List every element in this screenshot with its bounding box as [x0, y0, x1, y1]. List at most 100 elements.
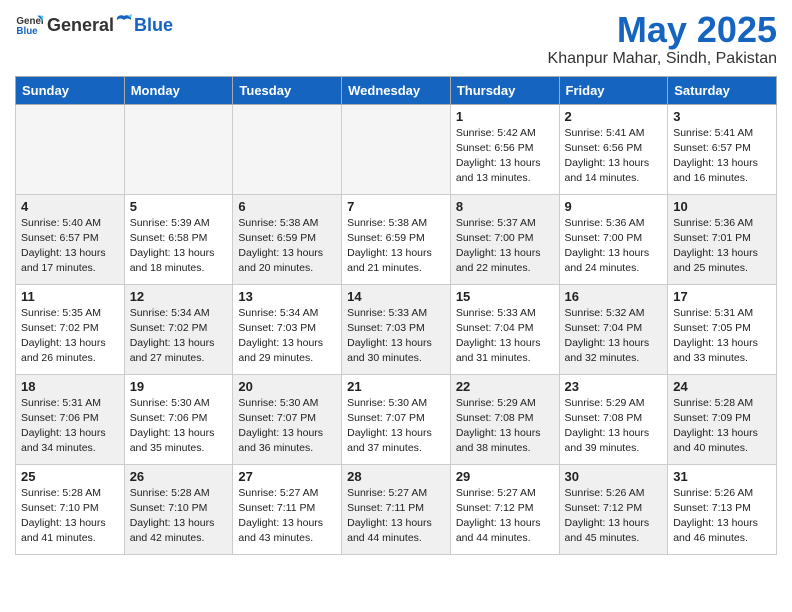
calendar-cell	[124, 104, 233, 194]
logo-icon: General Blue	[15, 10, 43, 38]
logo-text-blue: Blue	[134, 16, 173, 34]
calendar-cell: 26Sunrise: 5:28 AM Sunset: 7:10 PM Dayli…	[124, 464, 233, 554]
day-number: 15	[456, 289, 554, 304]
calendar-cell: 25Sunrise: 5:28 AM Sunset: 7:10 PM Dayli…	[16, 464, 125, 554]
calendar-cell: 12 Sunrise: 5:34 AM Sunset: 7:02 PM Dayli…	[124, 284, 233, 374]
calendar-cell: 13Sunrise: 5:34 AM Sunset: 7:03 PM Dayli…	[233, 284, 342, 374]
week-row-5: 25Sunrise: 5:28 AM Sunset: 7:10 PM Dayli…	[16, 464, 777, 554]
location-title: Khanpur Mahar, Sindh, Pakistan	[548, 50, 777, 68]
logo-bird-icon	[115, 13, 133, 31]
day-info: Sunrise: 5:32 AM Sunset: 7:04 PM Dayligh…	[565, 306, 663, 367]
day-number: 4	[21, 199, 119, 214]
day-number: 6	[238, 199, 336, 214]
calendar-cell: 14 Sunrise: 5:33 AM Sunset: 7:03 PM Dayli…	[342, 284, 451, 374]
calendar-cell	[16, 104, 125, 194]
day-number: 8	[456, 199, 554, 214]
day-info: Sunrise: 5:30 AM Sunset: 7:07 PM Dayligh…	[347, 396, 445, 457]
day-info: Sunrise: 5:35 AM Sunset: 7:02 PM Dayligh…	[21, 306, 119, 367]
day-number: 16	[565, 289, 663, 304]
day-number: 26	[130, 469, 228, 484]
day-info: Sunrise: 5:34 AM Sunset: 7:03 PM Dayligh…	[238, 306, 336, 367]
day-number: 27	[238, 469, 336, 484]
day-number: 20	[238, 379, 336, 394]
day-info: Sunrise: 5:34 AM Sunset: 7:02 PM Dayligh…	[130, 306, 228, 367]
day-info: Sunrise: 5:33 AM Sunset: 7:03 PM Dayligh…	[347, 306, 445, 367]
calendar-cell: 16 Sunrise: 5:32 AM Sunset: 7:04 PM Dayli…	[559, 284, 668, 374]
day-info: Sunrise: 5:27 AM Sunset: 7:11 PM Dayligh…	[238, 486, 336, 547]
calendar-cell: 31 Sunrise: 5:26 AM Sunset: 7:13 PM Dayli…	[668, 464, 777, 554]
calendar-cell: 5Sunrise: 5:39 AM Sunset: 6:58 PM Daylig…	[124, 194, 233, 284]
day-info: Sunrise: 5:41 AM Sunset: 6:57 PM Dayligh…	[673, 126, 771, 187]
day-info: Sunrise: 5:26 AM Sunset: 7:12 PM Dayligh…	[565, 486, 663, 547]
day-number: 7	[347, 199, 445, 214]
calendar-cell: 3 Sunrise: 5:41 AM Sunset: 6:57 PM Daylig…	[668, 104, 777, 194]
day-info: Sunrise: 5:36 AM Sunset: 7:01 PM Dayligh…	[673, 216, 771, 277]
day-info: Sunrise: 5:30 AM Sunset: 7:07 PM Dayligh…	[238, 396, 336, 457]
calendar-cell: 18Sunrise: 5:31 AM Sunset: 7:06 PM Dayli…	[16, 374, 125, 464]
calendar-cell: 19Sunrise: 5:30 AM Sunset: 7:06 PM Dayli…	[124, 374, 233, 464]
calendar-cell: 8 Sunrise: 5:37 AM Sunset: 7:00 PM Daylig…	[450, 194, 559, 284]
weekday-header-wednesday: Wednesday	[342, 76, 451, 104]
calendar-cell	[342, 104, 451, 194]
calendar-cell: 9 Sunrise: 5:36 AM Sunset: 7:00 PM Daylig…	[559, 194, 668, 284]
calendar-cell: 2 Sunrise: 5:41 AM Sunset: 6:56 PM Daylig…	[559, 104, 668, 194]
calendar-cell: 20 Sunrise: 5:30 AM Sunset: 7:07 PM Dayli…	[233, 374, 342, 464]
calendar-cell: 11 Sunrise: 5:35 AM Sunset: 7:02 PM Dayli…	[16, 284, 125, 374]
day-info: Sunrise: 5:27 AM Sunset: 7:12 PM Dayligh…	[456, 486, 554, 547]
day-info: Sunrise: 5:38 AM Sunset: 6:59 PM Dayligh…	[347, 216, 445, 277]
day-number: 31	[673, 469, 771, 484]
day-number: 10	[673, 199, 771, 214]
day-info: Sunrise: 5:28 AM Sunset: 7:10 PM Dayligh…	[21, 486, 119, 547]
day-info: Sunrise: 5:37 AM Sunset: 7:00 PM Dayligh…	[456, 216, 554, 277]
calendar-cell: 21 Sunrise: 5:30 AM Sunset: 7:07 PM Dayli…	[342, 374, 451, 464]
day-number: 22	[456, 379, 554, 394]
calendar-cell: 29 Sunrise: 5:27 AM Sunset: 7:12 PM Dayli…	[450, 464, 559, 554]
calendar-cell: 10 Sunrise: 5:36 AM Sunset: 7:01 PM Dayli…	[668, 194, 777, 284]
day-number: 11	[21, 289, 119, 304]
logo: General Blue General Blue	[15, 10, 173, 38]
weekday-header-saturday: Saturday	[668, 76, 777, 104]
day-info: Sunrise: 5:30 AM Sunset: 7:06 PM Dayligh…	[130, 396, 228, 457]
day-info: Sunrise: 5:27 AM Sunset: 7:11 PM Dayligh…	[347, 486, 445, 547]
day-info: Sunrise: 5:29 AM Sunset: 7:08 PM Dayligh…	[565, 396, 663, 457]
day-number: 29	[456, 469, 554, 484]
calendar-cell: 28 Sunrise: 5:27 AM Sunset: 7:11 PM Dayli…	[342, 464, 451, 554]
day-number: 12	[130, 289, 228, 304]
calendar-cell: 27 Sunrise: 5:27 AM Sunset: 7:11 PM Dayli…	[233, 464, 342, 554]
day-number: 3	[673, 109, 771, 124]
day-info: Sunrise: 5:31 AM Sunset: 7:05 PM Dayligh…	[673, 306, 771, 367]
weekday-header-monday: Monday	[124, 76, 233, 104]
day-info: Sunrise: 5:36 AM Sunset: 7:00 PM Dayligh…	[565, 216, 663, 277]
day-info: Sunrise: 5:40 AM Sunset: 6:57 PM Dayligh…	[21, 216, 119, 277]
calendar-cell: 30 Sunrise: 5:26 AM Sunset: 7:12 PM Dayli…	[559, 464, 668, 554]
day-info: Sunrise: 5:39 AM Sunset: 6:58 PM Dayligh…	[130, 216, 228, 277]
day-number: 9	[565, 199, 663, 214]
svg-text:Blue: Blue	[16, 26, 38, 37]
calendar-cell: 22Sunrise: 5:29 AM Sunset: 7:08 PM Dayli…	[450, 374, 559, 464]
weekday-header-row: SundayMondayTuesdayWednesdayThursdayFrid…	[16, 76, 777, 104]
day-info: Sunrise: 5:26 AM Sunset: 7:13 PM Dayligh…	[673, 486, 771, 547]
day-number: 24	[673, 379, 771, 394]
day-info: Sunrise: 5:28 AM Sunset: 7:09 PM Dayligh…	[673, 396, 771, 457]
day-info: Sunrise: 5:33 AM Sunset: 7:04 PM Dayligh…	[456, 306, 554, 367]
calendar-cell	[233, 104, 342, 194]
weekday-header-tuesday: Tuesday	[233, 76, 342, 104]
day-number: 30	[565, 469, 663, 484]
calendar-cell: 4 Sunrise: 5:40 AM Sunset: 6:57 PM Daylig…	[16, 194, 125, 284]
day-info: Sunrise: 5:41 AM Sunset: 6:56 PM Dayligh…	[565, 126, 663, 187]
week-row-1: 1Sunrise: 5:42 AM Sunset: 6:56 PM Daylig…	[16, 104, 777, 194]
day-number: 21	[347, 379, 445, 394]
day-number: 18	[21, 379, 119, 394]
title-area: May 2025 Khanpur Mahar, Sindh, Pakistan	[548, 10, 777, 68]
day-number: 2	[565, 109, 663, 124]
weekday-header-thursday: Thursday	[450, 76, 559, 104]
week-row-3: 11 Sunrise: 5:35 AM Sunset: 7:02 PM Dayli…	[16, 284, 777, 374]
week-row-4: 18Sunrise: 5:31 AM Sunset: 7:06 PM Dayli…	[16, 374, 777, 464]
day-number: 28	[347, 469, 445, 484]
week-row-2: 4 Sunrise: 5:40 AM Sunset: 6:57 PM Daylig…	[16, 194, 777, 284]
calendar-table: SundayMondayTuesdayWednesdayThursdayFrid…	[15, 76, 777, 555]
calendar-cell: 24 Sunrise: 5:28 AM Sunset: 7:09 PM Dayli…	[668, 374, 777, 464]
calendar-cell: 1Sunrise: 5:42 AM Sunset: 6:56 PM Daylig…	[450, 104, 559, 194]
day-number: 14	[347, 289, 445, 304]
day-number: 1	[456, 109, 554, 124]
